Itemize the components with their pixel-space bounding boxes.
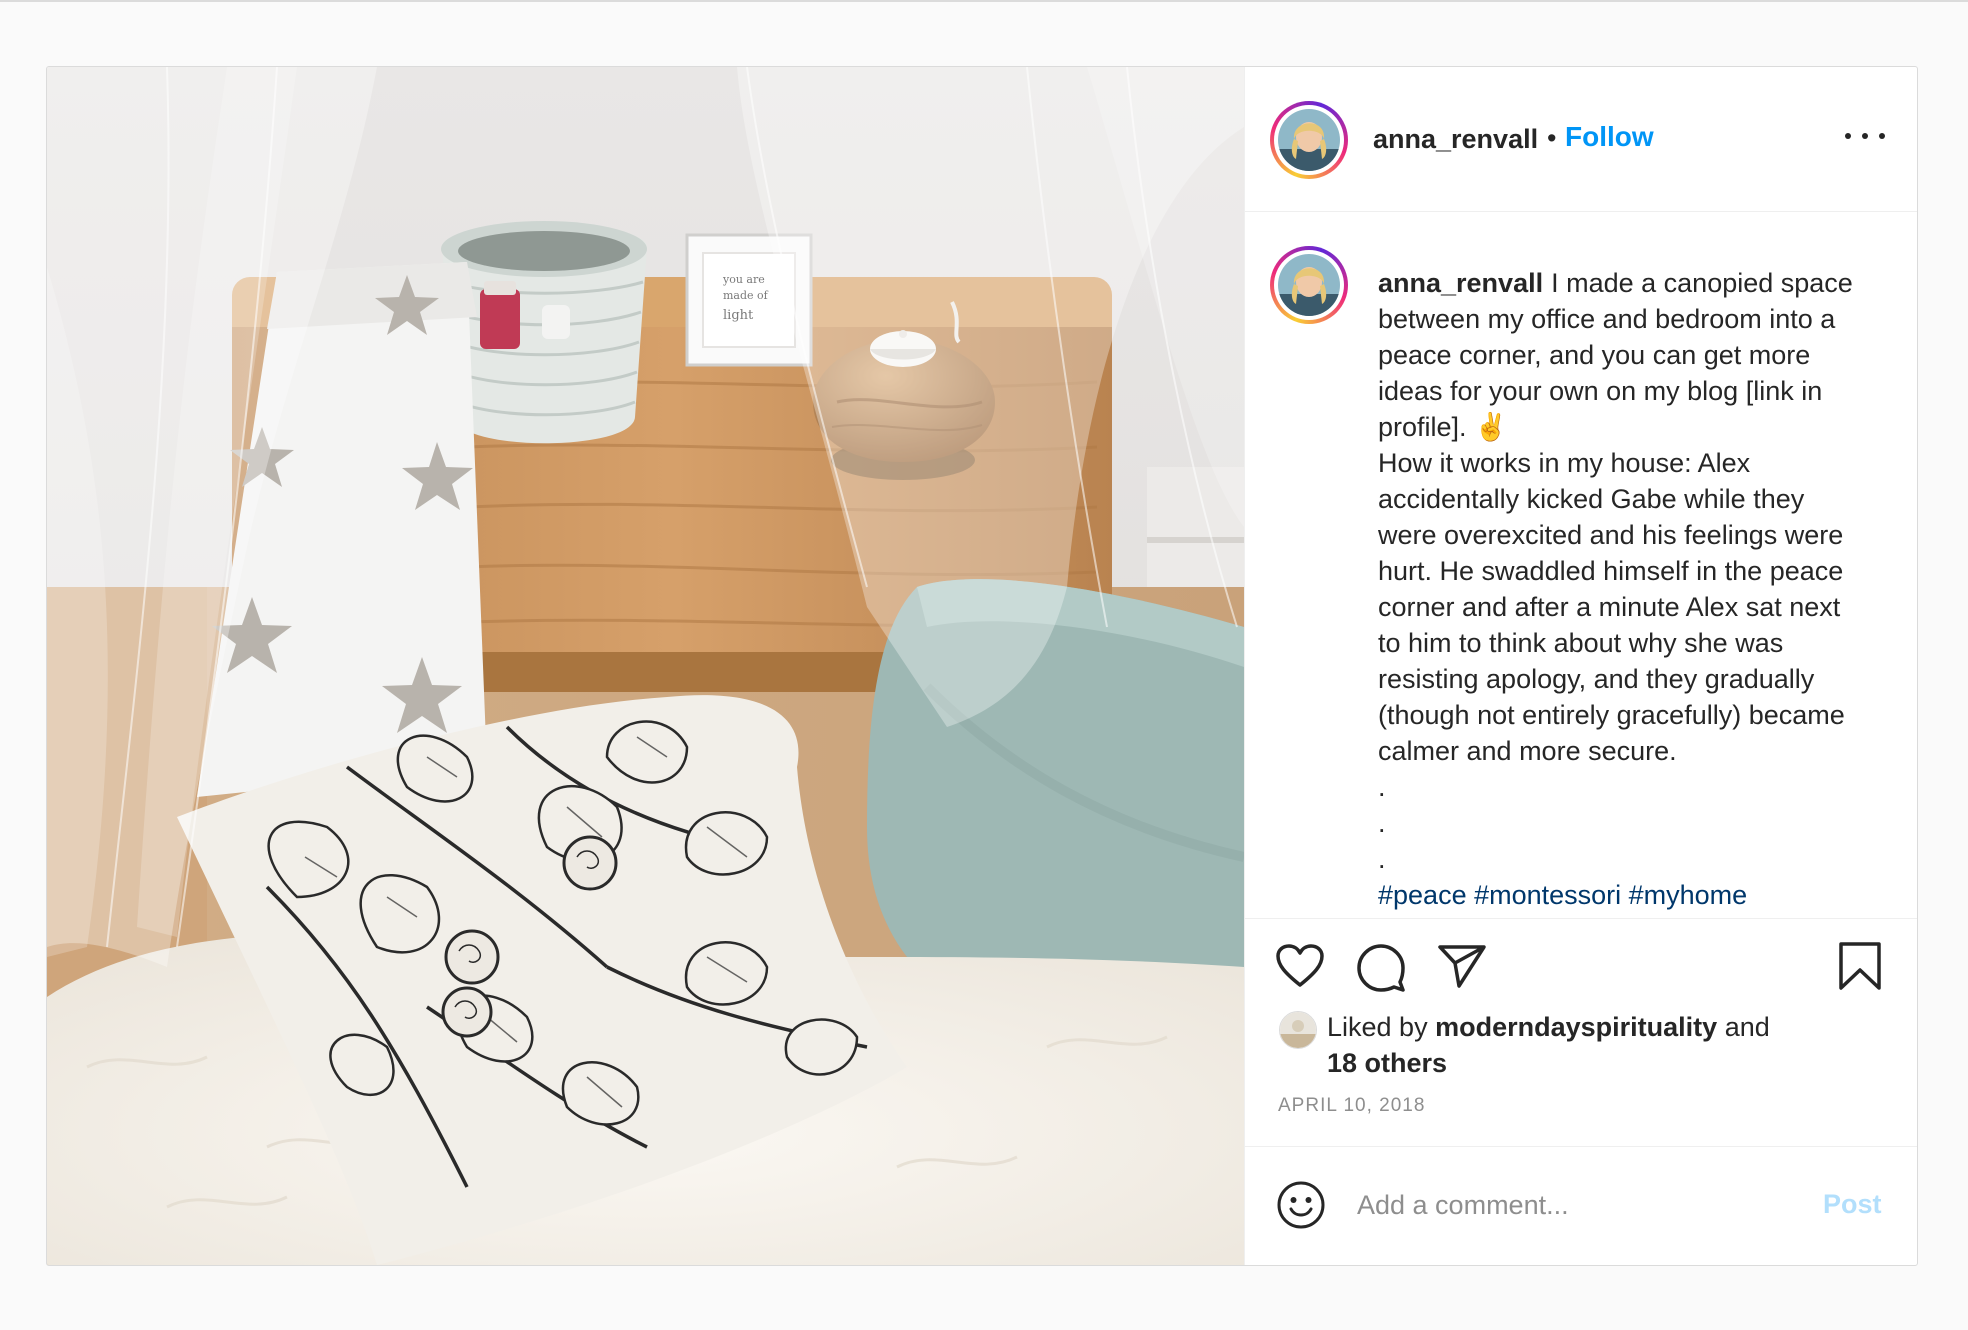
post-actions-section: Liked by moderndayspirituality and 18 ot… (1245, 918, 1917, 1265)
top-divider (0, 0, 1968, 2)
liked-by-others[interactable]: 18 others (1327, 1048, 1447, 1078)
comment-bar: Post (1245, 1146, 1917, 1265)
heart-icon[interactable] (1275, 943, 1325, 989)
likes-summary: Liked by moderndayspirituality and 18 ot… (1327, 1009, 1847, 1081)
caption-scroll-area[interactable]: anna_renvall I made a canopied space betw… (1245, 212, 1917, 917)
caption-dot: . (1378, 772, 1386, 802)
post-photo[interactable]: you are made of light (47, 67, 1244, 1265)
post-header: anna_renvall • Follow (1245, 67, 1917, 212)
liker-avatar[interactable] (1279, 1011, 1317, 1049)
caption-hashtags[interactable]: #peace #montessori #myhome (1378, 877, 1868, 913)
svg-text:made of: made of (723, 289, 769, 302)
liked-by-user[interactable]: moderndayspirituality (1435, 1012, 1717, 1042)
svg-text:light: light (723, 308, 754, 323)
caption-dot: . (1378, 844, 1386, 874)
svg-text:you are: you are (722, 273, 765, 286)
caption-text: anna_renvall I made a canopied space betw… (1378, 265, 1868, 913)
caption-username[interactable]: anna_renvall (1378, 268, 1543, 298)
post-date[interactable]: APRIL 10, 2018 (1278, 1095, 1425, 1117)
caption-paragraph-2: How it works in my house: Alex accidenta… (1378, 448, 1845, 766)
separator-dot: • (1547, 123, 1557, 153)
liked-by-connector: and (1724, 1012, 1770, 1042)
paper-plane-icon[interactable] (1437, 943, 1487, 989)
comment-input[interactable] (1357, 1183, 1797, 1227)
smiley-icon[interactable] (1276, 1180, 1326, 1230)
bookmark-icon[interactable] (1838, 941, 1882, 991)
post-side-panel: anna_renvall • Follow anna_renvall I mad… (1244, 67, 1917, 1265)
post-card: you are made of light anna_renvall • Fol… (46, 66, 1918, 1266)
avatar[interactable] (1270, 101, 1348, 179)
caption-dot: . (1378, 808, 1386, 838)
comment-icon[interactable] (1356, 943, 1406, 993)
caption-avatar[interactable] (1270, 246, 1348, 324)
post-author-username[interactable]: anna_renvall (1373, 124, 1538, 155)
more-options-icon[interactable] (1845, 119, 1885, 153)
post-comment-button[interactable]: Post (1823, 1189, 1882, 1220)
follow-button[interactable]: Follow (1565, 121, 1654, 153)
liked-by-prefix: Liked by (1327, 1012, 1428, 1042)
